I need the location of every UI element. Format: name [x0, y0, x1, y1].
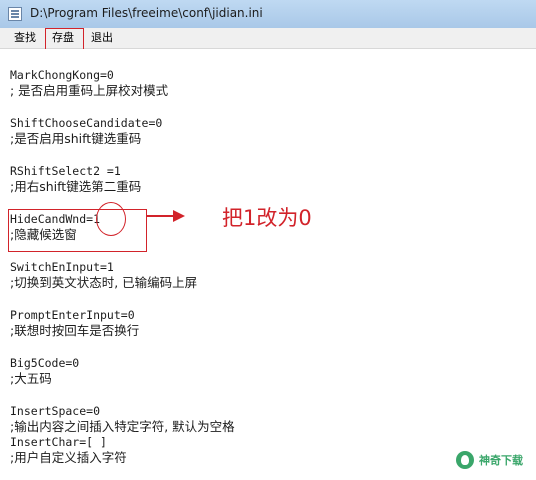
config-line: PromptEnterInput=0 — [10, 308, 135, 322]
config-line: InsertSpace=0 — [10, 404, 101, 418]
comment-line: ;联想时按回车是否换行 — [10, 323, 140, 338]
watermark-text: 神奇下载 — [479, 454, 523, 467]
window-title: D:\Program Files\freeime\conf\jidian.ini — [30, 6, 263, 20]
comment-line: ;用右shift键选第二重码 — [10, 179, 142, 194]
config-line: Big5Code=0 — [10, 356, 80, 370]
comment-line: ;是否启用shift键选重码 — [10, 131, 142, 146]
comment-line: ; 是否启用重码上屏校对模式 — [10, 83, 169, 98]
config-line: SwitchEnInput=1 — [10, 260, 114, 274]
menu-item-exit[interactable]: 退出 — [89, 30, 115, 46]
comment-line: ;输出内容之间插入特定字符, 默认为空格 — [10, 419, 235, 434]
notepad-icon — [8, 7, 22, 21]
config-line: InsertChar=[ ] — [10, 435, 107, 449]
annotation-highlight-box — [8, 209, 147, 252]
arrow-right-icon — [147, 210, 185, 222]
title-bar: D:\Program Files\freeime\conf\jidian.ini — [0, 0, 536, 29]
menu-item-find[interactable]: 查找 — [12, 30, 38, 46]
config-line: ShiftChooseCandidate=0 — [10, 116, 163, 130]
config-line: RShiftSelect2 =1 — [10, 164, 121, 178]
comment-line: ;大五码 — [10, 371, 52, 386]
watermark-logo-icon — [456, 451, 474, 469]
config-line: MarkChongKong=0 — [10, 68, 114, 82]
watermark: 神奇下载 — [452, 448, 532, 472]
annotation-circle — [96, 202, 126, 236]
annotation-text: 把1改为0 — [222, 206, 312, 230]
comment-line: ;切换到英文状态时, 已输编码上屏 — [10, 275, 198, 290]
comment-line: ;用户自定义插入字符 — [10, 450, 127, 465]
